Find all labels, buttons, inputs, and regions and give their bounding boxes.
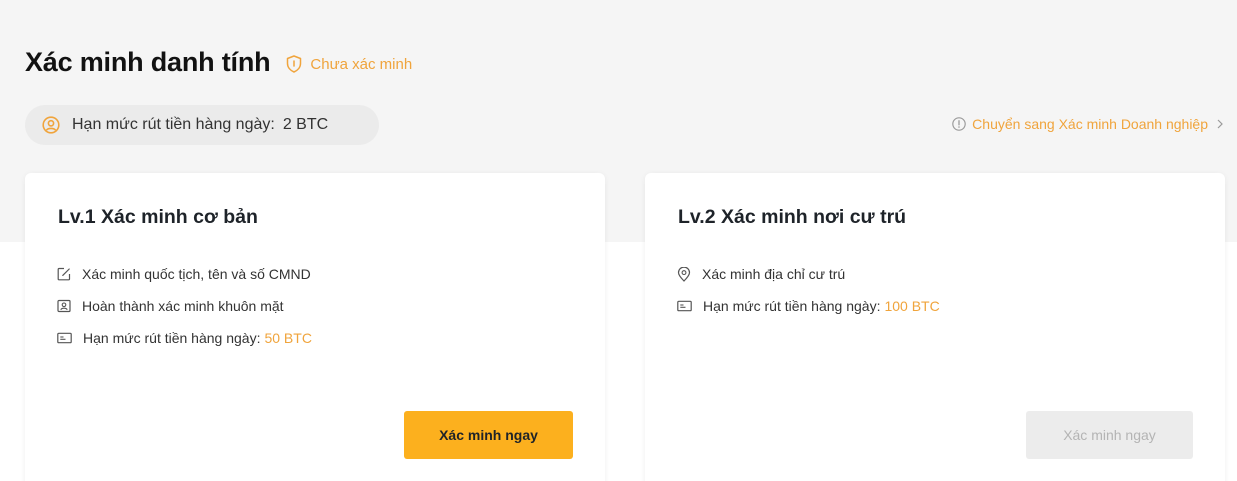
- status-label: Chưa xác minh: [310, 55, 413, 73]
- feature-text: Hoàn thành xác minh khuôn mặt: [82, 298, 284, 314]
- shield-icon: [287, 55, 302, 73]
- info-icon: [952, 117, 966, 131]
- withdrawal-limit-pill: Hạn mức rút tiền hàng ngày: 2 BTC: [25, 105, 379, 145]
- chevron-right-icon: [1217, 119, 1223, 129]
- level2-title: Lv.2 Xác minh nơi cư trú: [678, 206, 907, 228]
- limit-value: 2 BTC: [282, 116, 329, 133]
- list-item: Hạn mức rút tiền hàng ngày: 100 BTC: [677, 290, 940, 322]
- list-item: Xác minh quốc tịch, tên và số CMND: [57, 258, 312, 290]
- card-icon: [57, 332, 72, 344]
- title-row: Xác minh danh tính Chưa xác minh: [25, 44, 412, 80]
- feature-highlight: 100 BTC: [884, 298, 940, 314]
- level2-card: Lv.2 Xác minh nơi cư trú Xác minh địa ch…: [645, 173, 1225, 481]
- location-icon: [677, 266, 691, 282]
- verification-status: Chưa xác minh: [286, 55, 412, 73]
- verify-now-button-disabled: Xác minh ngay: [1026, 411, 1193, 459]
- switch-link-label: Chuyển sang Xác minh Doanh nghiệp: [972, 116, 1208, 132]
- feature-text: Hạn mức rút tiền hàng ngày:: [83, 330, 261, 346]
- feature-highlight: 50 BTC: [264, 330, 312, 346]
- card-icon: [677, 300, 692, 312]
- feature-text: Xác minh địa chỉ cư trú: [702, 266, 846, 282]
- level1-card: Lv.1 Xác minh cơ bản Xác minh quốc tịch,…: [25, 173, 605, 481]
- face-id-icon: [57, 299, 71, 313]
- list-item: Hạn mức rút tiền hàng ngày: 50 BTC: [57, 322, 312, 354]
- level1-feature-list: Xác minh quốc tịch, tên và số CMND Hoàn …: [57, 258, 312, 354]
- limit-label: Hạn mức rút tiền hàng ngày:: [72, 116, 275, 133]
- feature-text: Xác minh quốc tịch, tên và số CMND: [82, 266, 311, 282]
- list-item: Xác minh địa chỉ cư trú: [677, 258, 940, 290]
- switch-to-business-link[interactable]: Chuyển sang Xác minh Doanh nghiệp: [952, 116, 1223, 132]
- level1-title: Lv.1 Xác minh cơ bản: [58, 206, 258, 228]
- edit-icon: [57, 267, 71, 281]
- verify-now-button[interactable]: Xác minh ngay: [404, 411, 573, 459]
- feature-text: Hạn mức rút tiền hàng ngày:: [703, 298, 881, 314]
- level2-feature-list: Xác minh địa chỉ cư trú Hạn mức rút tiền…: [677, 258, 940, 322]
- user-icon: [42, 116, 60, 134]
- list-item: Hoàn thành xác minh khuôn mặt: [57, 290, 312, 322]
- page-title: Xác minh danh tính: [25, 46, 271, 77]
